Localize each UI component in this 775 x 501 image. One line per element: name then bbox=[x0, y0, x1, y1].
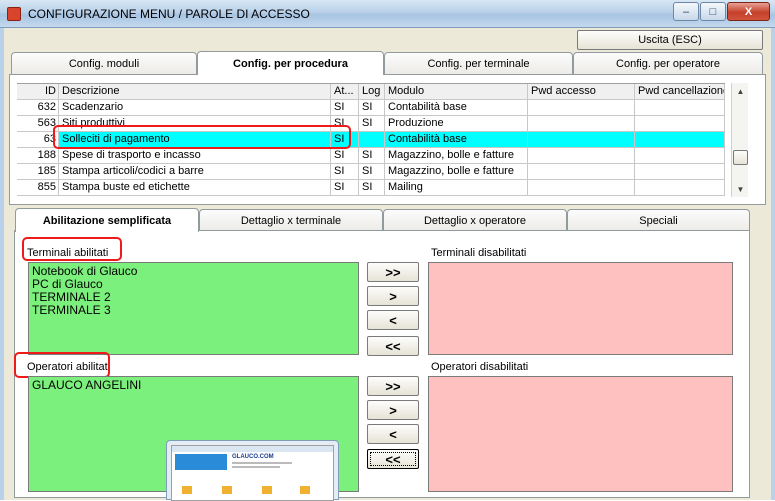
cell-modulo[interactable]: Magazzino, bolle e fatture bbox=[385, 164, 528, 179]
cell-modulo[interactable]: Magazzino, bolle e fatture bbox=[385, 148, 528, 163]
col-pwd-accesso-header[interactable]: Pwd accesso bbox=[528, 84, 635, 99]
cell-attivo[interactable]: SI bbox=[331, 148, 359, 163]
cell-pwd-accesso[interactable] bbox=[528, 180, 635, 195]
cell-log[interactable] bbox=[359, 132, 385, 147]
cell-log[interactable]: SI bbox=[359, 148, 385, 163]
exit-button[interactable]: Uscita (ESC) bbox=[577, 30, 763, 50]
table-row-partial bbox=[17, 196, 725, 197]
cell-pwd-accesso[interactable] bbox=[528, 164, 635, 179]
cell-id[interactable]: 185 bbox=[17, 164, 59, 179]
grid-header: ID Descrizione At... Log Modulo Pwd acce… bbox=[17, 84, 725, 100]
annotation-operatori-label bbox=[14, 352, 110, 378]
list-item[interactable]: TERMINALE 3 bbox=[29, 304, 358, 317]
cell-descrizione[interactable]: Stampa buste ed etichette bbox=[59, 180, 331, 195]
thumbnail-icon bbox=[262, 486, 272, 494]
cell-id[interactable]: 188 bbox=[17, 148, 59, 163]
operatori-disabilitati-label: Operatori disabilitati bbox=[431, 361, 529, 373]
cell-id[interactable]: 632 bbox=[17, 100, 59, 115]
scroll-up-icon[interactable]: ▲ bbox=[732, 83, 749, 99]
taskbar-thumbnail[interactable]: GLAUCO.COM bbox=[166, 440, 339, 501]
terminali-disabilitati-label: Terminali disabilitati bbox=[431, 247, 527, 259]
thumbnail-text-line bbox=[232, 466, 280, 468]
annotation-terminali-label bbox=[22, 237, 122, 261]
col-pwd-cancellazione-header[interactable]: Pwd cancellazione bbox=[635, 84, 725, 99]
cell-attivo[interactable]: SI bbox=[331, 180, 359, 195]
operatori-move-left-button[interactable]: < bbox=[367, 424, 419, 444]
cell-pwd-accesso[interactable] bbox=[528, 148, 635, 163]
terminali-move-all-left-button[interactable]: << bbox=[367, 336, 419, 356]
terminali-abilitati-list[interactable]: Notebook di Glauco PC di Glauco TERMINAL… bbox=[28, 262, 359, 355]
annotation-highlight-row bbox=[53, 125, 351, 149]
cell-descrizione[interactable]: Scadenzario bbox=[59, 100, 331, 115]
thumbnail-window: GLAUCO.COM bbox=[171, 445, 334, 501]
tab-dettaglio-terminale[interactable]: Dettaglio x terminale bbox=[199, 209, 383, 231]
thumbnail-icon bbox=[182, 486, 192, 494]
cell-pwd-accesso[interactable] bbox=[528, 116, 635, 131]
grid-scrollbar[interactable]: ▲ ▼ bbox=[731, 83, 748, 197]
tab-dettaglio-operatore[interactable]: Dettaglio x operatore bbox=[383, 209, 567, 231]
list-item[interactable]: GLAUCO ANGELINI bbox=[29, 379, 358, 392]
tab-speciali[interactable]: Speciali bbox=[567, 209, 750, 231]
table-row[interactable]: 632 Scadenzario SI SI Contabilità base bbox=[17, 100, 725, 116]
cell-modulo[interactable]: Mailing bbox=[385, 180, 528, 195]
window-title-bar: CONFIGURAZIONE MENU / PAROLE DI ACCESSO … bbox=[0, 0, 775, 28]
cell-modulo[interactable]: Contabilità base bbox=[385, 132, 528, 147]
terminali-disabilitati-list[interactable] bbox=[428, 262, 733, 355]
col-attivo-header[interactable]: At... bbox=[331, 84, 359, 99]
tab-abilitazione-semplificata[interactable]: Abilitazione semplificata bbox=[15, 208, 199, 232]
tab-config-moduli[interactable]: Config. moduli bbox=[11, 52, 197, 74]
maximize-button[interactable]: □ bbox=[700, 2, 726, 21]
cell-pwd-accesso[interactable] bbox=[528, 100, 635, 115]
scroll-down-icon[interactable]: ▼ bbox=[732, 181, 749, 197]
tab-config-terminale[interactable]: Config. per terminale bbox=[384, 52, 573, 74]
cell-descrizione[interactable]: Stampa articoli/codici a barre bbox=[59, 164, 331, 179]
col-id-header[interactable]: ID bbox=[17, 84, 59, 99]
cell-log[interactable]: SI bbox=[359, 164, 385, 179]
terminali-move-left-button[interactable]: < bbox=[367, 310, 419, 330]
cell-modulo[interactable]: Contabilità base bbox=[385, 100, 528, 115]
minimize-button[interactable]: – bbox=[673, 2, 699, 21]
cell-pwd-cancellazione[interactable] bbox=[635, 148, 725, 163]
terminali-move-all-right-button[interactable]: >> bbox=[367, 262, 419, 282]
cell-pwd-cancellazione[interactable] bbox=[635, 132, 725, 147]
table-row[interactable]: 855 Stampa buste ed etichette SI SI Mailing bbox=[17, 180, 725, 196]
col-descrizione-header[interactable]: Descrizione bbox=[59, 84, 331, 99]
table-row[interactable]: 185 Stampa articoli/codici a barre SI SI Mag… bbox=[17, 164, 725, 180]
operatori-disabilitati-list[interactable] bbox=[428, 376, 733, 492]
thumbnail-url: GLAUCO.COM bbox=[232, 454, 274, 460]
cell-pwd-cancellazione[interactable] bbox=[635, 180, 725, 195]
terminali-move-right-button[interactable]: > bbox=[367, 286, 419, 306]
tab-config-operatore[interactable]: Config. per operatore bbox=[573, 52, 763, 74]
thumbnail-icon bbox=[222, 486, 232, 494]
table-row[interactable]: 188 Spese di trasporto e incasso SI SI Magaz… bbox=[17, 148, 725, 164]
cell-pwd-cancellazione[interactable] bbox=[635, 100, 725, 115]
thumbnail-text-line bbox=[232, 462, 292, 464]
cell-descrizione[interactable]: Spese di trasporto e incasso bbox=[59, 148, 331, 163]
cell-pwd-cancellazione[interactable] bbox=[635, 164, 725, 179]
cell-id[interactable]: 855 bbox=[17, 180, 59, 195]
cell-pwd-cancellazione[interactable] bbox=[635, 116, 725, 131]
tab-config-procedura[interactable]: Config. per procedura bbox=[197, 51, 384, 75]
cell-attivo[interactable]: SI bbox=[331, 164, 359, 179]
operatori-move-right-button[interactable]: > bbox=[367, 400, 419, 420]
thumbnail-icon bbox=[300, 486, 310, 494]
cell-log[interactable]: SI bbox=[359, 180, 385, 195]
operatori-move-all-right-button[interactable]: >> bbox=[367, 376, 419, 396]
scroll-thumb[interactable] bbox=[733, 150, 748, 165]
col-log-header[interactable]: Log bbox=[359, 84, 385, 99]
app-icon bbox=[7, 7, 21, 21]
close-button[interactable]: X bbox=[727, 2, 770, 21]
cell-log[interactable]: SI bbox=[359, 116, 385, 131]
cell-attivo[interactable]: SI bbox=[331, 100, 359, 115]
thumbnail-menubar bbox=[172, 446, 333, 452]
cell-modulo[interactable]: Produzione bbox=[385, 116, 528, 131]
window-title: CONFIGURAZIONE MENU / PAROLE DI ACCESSO bbox=[28, 7, 310, 21]
cell-pwd-accesso[interactable] bbox=[528, 132, 635, 147]
col-modulo-header[interactable]: Modulo bbox=[385, 84, 528, 99]
operatori-move-all-left-button[interactable]: << bbox=[367, 449, 419, 469]
thumbnail-logo bbox=[175, 454, 227, 470]
cell-log[interactable]: SI bbox=[359, 100, 385, 115]
